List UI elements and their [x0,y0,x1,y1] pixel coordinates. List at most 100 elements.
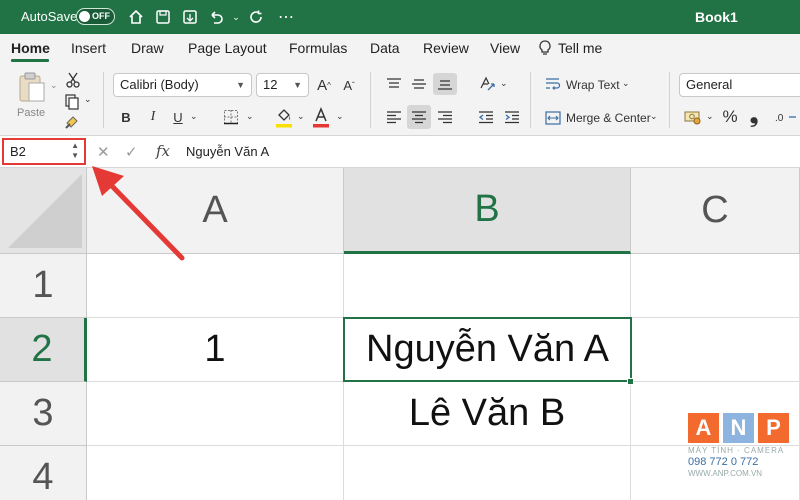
chevron-down-icon: ▼ [236,80,245,90]
autosave-state: OFF [92,11,110,21]
name-box-stepper-icon[interactable]: ▲ ▼ [71,141,79,161]
underline-button[interactable]: U [167,106,189,128]
fill-color-dropdown-icon[interactable]: ⌄ [297,111,305,122]
formula-input[interactable]: Nguyễn Văn A [186,144,269,159]
comma-style-button[interactable]: ❟ [746,102,762,127]
font-size-value: 12 [263,77,278,92]
insert-function-button[interactable]: fx [156,142,170,160]
formula-bar: B2 ▲ ▼ ✕ ✓ fx Nguyễn Văn A [0,136,800,168]
watermark-letter-a: A [688,413,719,443]
cell-b3[interactable]: Lê Văn B [344,382,631,446]
name-box[interactable]: B2 ▲ ▼ [2,138,86,165]
wrap-text-icon [544,75,562,93]
cell-b4[interactable] [344,446,631,500]
format-painter-icon[interactable] [62,112,82,132]
font-color-dropdown-icon[interactable]: ⌄ [336,111,344,122]
confirm-icon[interactable]: ✓ [125,143,138,161]
font-color-icon[interactable] [311,104,331,130]
borders-icon[interactable] [220,106,242,128]
home-icon[interactable] [126,7,146,27]
watermark-phone: 098 772 0 772 [688,456,759,468]
increase-indent-icon[interactable] [502,106,522,128]
font-name-select[interactable]: Calibri (Body) ▼ [113,73,252,97]
row-header-3[interactable]: 3 [0,382,87,446]
autosave-label: AutoSave [21,9,78,24]
select-all-button[interactable] [0,168,87,254]
orientation-icon[interactable] [476,73,498,95]
orientation-dropdown-icon[interactable]: ⌄ [500,78,508,89]
separator [530,72,531,128]
cell-a4[interactable] [87,446,344,500]
tab-review[interactable]: Review [423,40,469,56]
tab-tell-me[interactable]: Tell me [558,40,602,56]
cell-b1[interactable] [344,254,631,318]
separator [103,72,104,128]
accounting-dropdown-icon[interactable]: ⌄ [706,111,714,122]
save-as-icon[interactable] [180,7,200,27]
tab-page-layout[interactable]: Page Layout [188,40,267,56]
paste-label: Paste [17,107,46,119]
merge-dropdown-icon[interactable]: ⌄ [650,111,658,122]
fill-color-icon[interactable] [273,104,295,130]
align-middle-icon[interactable] [409,74,429,94]
cell-a3[interactable] [87,382,344,446]
tab-view[interactable]: View [490,40,520,56]
bold-button[interactable]: B [115,106,137,128]
column-header-b[interactable]: B [344,168,631,254]
tab-home[interactable]: Home [11,40,50,56]
cell-c1[interactable] [631,254,800,318]
align-right-icon[interactable] [435,106,455,128]
more-icon[interactable]: ⋯ [276,7,296,27]
toggle-knob [79,11,90,22]
cell-a1[interactable] [87,254,344,318]
tab-data[interactable]: Data [370,40,400,56]
cancel-icon[interactable]: ✕ [97,143,110,161]
cell-b2[interactable]: Nguyễn Văn A [343,317,632,382]
cell-c2[interactable] [631,318,800,382]
copy-icon[interactable] [62,92,82,112]
font-name-value: Calibri (Body) [120,77,199,92]
undo-icon[interactable] [206,7,226,27]
borders-dropdown-icon[interactable]: ⌄ [246,111,254,122]
merge-center-icon [544,109,562,127]
merge-center-button[interactable]: Merge & Center [566,111,651,125]
italic-button[interactable]: I [142,106,164,128]
tab-formulas[interactable]: Formulas [289,40,347,56]
redo-icon[interactable] [246,7,266,27]
increase-decimal-icon[interactable]: .0 [774,106,798,128]
fill-handle[interactable] [627,378,634,385]
accounting-format-icon[interactable] [682,106,704,128]
active-tab-indicator [11,59,49,62]
decrease-indent-icon[interactable] [476,106,496,128]
cut-icon[interactable] [64,70,82,90]
align-bottom-icon[interactable] [433,73,457,95]
increase-font-size-icon[interactable]: A ^ [314,74,334,96]
worksheet-grid: A B C 1 2 3 4 1 Lê Văn B Nguyễn Văn A [0,168,800,500]
column-header-c[interactable]: C [631,168,800,254]
percent-style-button[interactable]: % [720,106,740,128]
copy-dropdown-icon[interactable]: ⌄ [84,94,92,105]
ribbon-tabs: Home Insert Draw Page Layout Formulas Da… [0,34,800,64]
undo-dropdown-icon[interactable]: ⌄ [226,7,246,27]
cell-a2[interactable]: 1 [87,318,344,382]
font-size-select[interactable]: 12 ▼ [256,73,309,97]
underline-dropdown-icon[interactable]: ⌄ [190,111,198,122]
wrap-text-button[interactable]: Wrap Text [566,78,620,92]
number-format-select[interactable]: General [679,73,800,97]
row-header-2[interactable]: 2 [0,318,87,382]
save-icon[interactable] [153,7,173,27]
tab-insert[interactable]: Insert [71,40,106,56]
align-left-icon[interactable] [384,106,404,128]
paste-dropdown-icon[interactable]: ⌄ [50,80,58,91]
align-center-icon[interactable] [407,105,431,129]
paste-icon[interactable] [12,70,52,104]
number-format-value: General [686,77,733,92]
decrease-font-size-icon[interactable]: Aˇ [339,74,359,96]
align-top-icon[interactable] [384,74,404,94]
row-header-1[interactable]: 1 [0,254,87,318]
tab-draw[interactable]: Draw [131,40,164,56]
autosave-toggle[interactable]: OFF [76,8,115,25]
row-header-4[interactable]: 4 [0,446,87,500]
column-header-a[interactable]: A [87,168,344,254]
wrap-text-dropdown-icon[interactable]: ⌄ [622,78,630,89]
